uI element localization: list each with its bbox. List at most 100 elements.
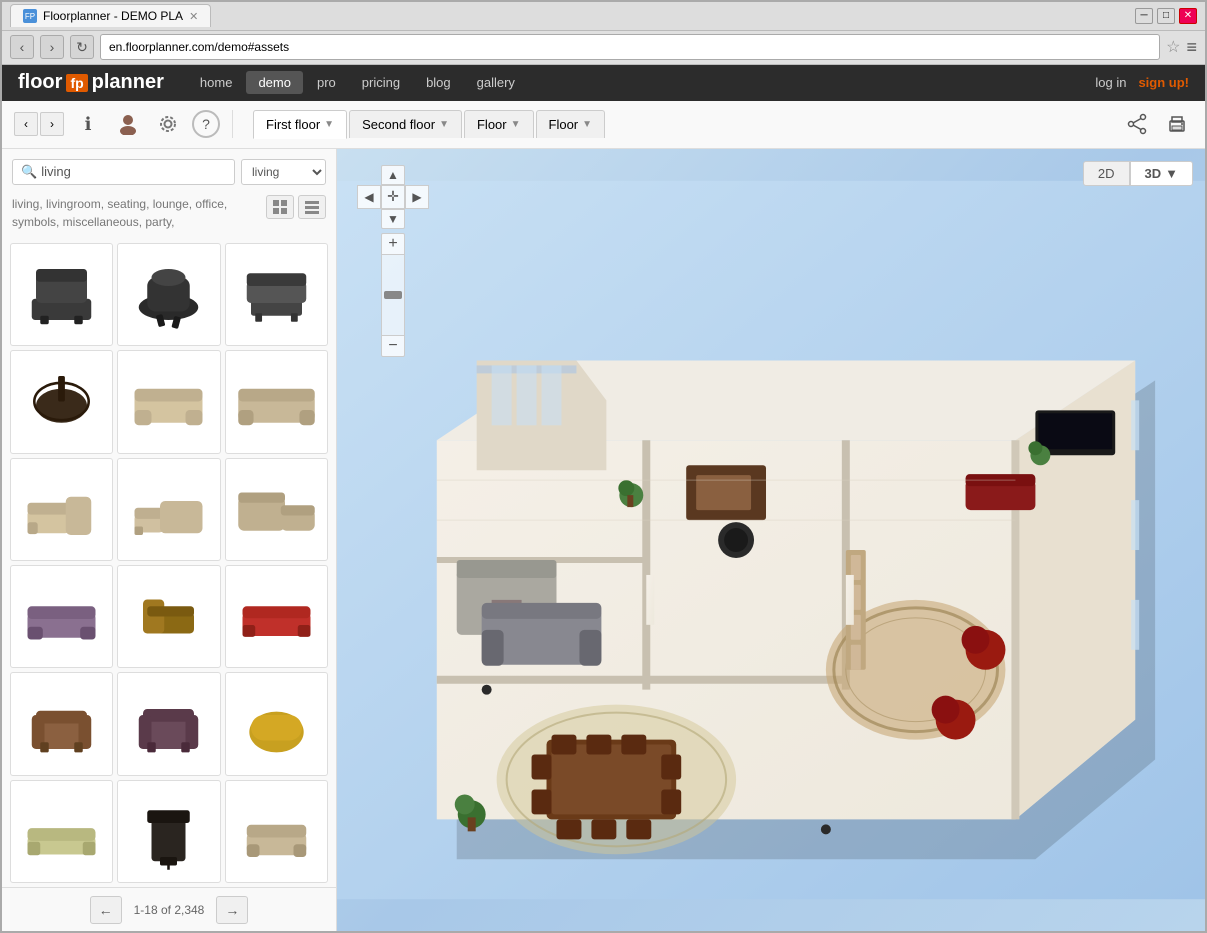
pan-left-btn[interactable]: ◀ xyxy=(357,185,381,209)
floor-plan-svg[interactable] xyxy=(337,149,1205,931)
floor-tab-three[interactable]: Floor ▼ xyxy=(464,110,534,138)
list-item[interactable] xyxy=(225,350,328,453)
close-btn[interactable]: ✕ xyxy=(1179,8,1197,24)
3d-dropdown-icon: ▼ xyxy=(1165,166,1178,181)
print-btn[interactable] xyxy=(1161,108,1193,140)
list-item[interactable] xyxy=(117,565,220,668)
toolbar-right xyxy=(1121,108,1193,140)
history-forward-btn[interactable]: › xyxy=(40,112,64,136)
search-icon: 🔍 xyxy=(21,164,37,180)
share-svg xyxy=(1126,113,1148,135)
list-item[interactable] xyxy=(225,243,328,346)
floor-tab-four[interactable]: Floor ▼ xyxy=(536,110,606,138)
list-item[interactable] xyxy=(225,672,328,775)
search-bar: 🔍 living bedroom kitchen bathroom office xyxy=(2,149,336,195)
settings-icon[interactable] xyxy=(152,108,184,140)
list-item[interactable] xyxy=(117,350,220,453)
nav-pricing[interactable]: pricing xyxy=(350,71,412,94)
page-info: 1-18 of 2,348 xyxy=(134,903,205,917)
app-logo: floor fp planner xyxy=(18,71,164,94)
main-content: 🔍 living bedroom kitchen bathroom office… xyxy=(2,149,1205,931)
floor-tab-first-chevron: ▼ xyxy=(324,119,334,130)
signup-link[interactable]: sign up! xyxy=(1138,75,1189,90)
zoom-in-btn[interactable]: + xyxy=(381,233,405,255)
history-back-btn[interactable]: ‹ xyxy=(14,112,38,136)
menu-btn[interactable]: ≡ xyxy=(1186,37,1197,58)
login-link[interactable]: log in xyxy=(1095,75,1126,90)
floor-tab-second-label: Second floor xyxy=(362,117,435,132)
category-select[interactable]: living bedroom kitchen bathroom office xyxy=(241,159,326,185)
nav-links: home demo pro pricing blog gallery xyxy=(188,71,527,94)
next-page-btn[interactable]: → xyxy=(216,896,248,924)
toolbar-separator xyxy=(232,110,233,138)
help-icon[interactable]: ? xyxy=(192,110,220,138)
list-item[interactable] xyxy=(10,350,113,453)
floor-tab-first[interactable]: First floor ▼ xyxy=(253,110,347,139)
nav-blog[interactable]: blog xyxy=(414,71,463,94)
nav-home[interactable]: home xyxy=(188,71,245,94)
list-item[interactable] xyxy=(10,243,113,346)
browser-titlebar: FP Floorplanner - DEMO PLA ✕ ─ □ ✕ xyxy=(2,2,1205,31)
floor-tab-four-chevron: ▼ xyxy=(582,119,592,130)
list-item[interactable] xyxy=(225,458,328,561)
search-input[interactable] xyxy=(41,164,226,179)
logo-icon: fp xyxy=(66,74,87,92)
list-item[interactable] xyxy=(117,780,220,883)
bookmark-btn[interactable]: ☆ xyxy=(1166,37,1180,57)
pan-controls: ▲ ◀ ✛ ▶ ▼ + − xyxy=(357,165,429,357)
back-btn[interactable]: ‹ xyxy=(10,35,34,59)
search-input-wrap: 🔍 xyxy=(12,159,235,185)
furniture-grid xyxy=(2,239,336,887)
tab-close-btn[interactable]: ✕ xyxy=(189,10,198,23)
list-item[interactable] xyxy=(225,565,328,668)
minimize-btn[interactable]: ─ xyxy=(1135,8,1153,24)
list-item[interactable] xyxy=(117,243,220,346)
zoom-out-btn[interactable]: − xyxy=(381,335,405,357)
floor-tabs: First floor ▼ Second floor ▼ Floor ▼ Flo… xyxy=(253,110,605,138)
list-item[interactable] xyxy=(10,565,113,668)
nav-pro[interactable]: pro xyxy=(305,71,348,94)
app-nav: floor fp planner home demo pro pricing b… xyxy=(2,65,1205,101)
gear-svg xyxy=(157,113,179,135)
browser-tab[interactable]: FP Floorplanner - DEMO PLA ✕ xyxy=(10,4,211,27)
list-item[interactable] xyxy=(117,672,220,775)
browser-frame: FP Floorplanner - DEMO PLA ✕ ─ □ ✕ ‹ › ↻… xyxy=(0,0,1207,933)
search-tags: living, livingroom, seating, lounge, off… xyxy=(12,195,258,231)
info-icon[interactable]: ℹ xyxy=(72,108,104,140)
view-toggle xyxy=(266,195,326,219)
search-controls: living, livingroom, seating, lounge, off… xyxy=(2,195,336,239)
list-view-btn[interactable] xyxy=(298,195,326,219)
canvas-area: ▲ ◀ ✛ ▶ ▼ + − xyxy=(337,149,1205,931)
2d-view-btn[interactable]: 2D xyxy=(1083,161,1130,186)
browser-toolbar: ‹ › ↻ ☆ ≡ xyxy=(2,31,1205,65)
pan-up-btn[interactable]: ▲ xyxy=(381,165,405,185)
forward-btn[interactable]: › xyxy=(40,35,64,59)
list-item[interactable] xyxy=(10,672,113,775)
list-item[interactable] xyxy=(10,780,113,883)
zoom-handle[interactable] xyxy=(384,291,402,299)
floor-tab-three-label: Floor xyxy=(477,117,507,132)
maximize-btn[interactable]: □ xyxy=(1157,8,1175,24)
nav-demo[interactable]: demo xyxy=(246,71,303,94)
view-mode-buttons: 2D 3D ▼ xyxy=(1083,161,1193,186)
nav-right: log in sign up! xyxy=(1095,75,1189,90)
grid-view-btn[interactable] xyxy=(266,195,294,219)
zoom-slider[interactable] xyxy=(381,255,405,335)
refresh-btn[interactable]: ↻ xyxy=(70,35,94,59)
pan-down-btn[interactable]: ▼ xyxy=(381,209,405,229)
list-item[interactable] xyxy=(10,458,113,561)
prev-page-btn[interactable]: ← xyxy=(90,896,122,924)
nav-gallery[interactable]: gallery xyxy=(465,71,527,94)
floor-tab-second[interactable]: Second floor ▼ xyxy=(349,110,462,138)
pan-right-btn[interactable]: ▶ xyxy=(405,185,429,209)
user-icon[interactable] xyxy=(112,108,144,140)
3d-view-btn[interactable]: 3D ▼ xyxy=(1130,161,1194,186)
list-item[interactable] xyxy=(117,458,220,561)
floor-tab-four-label: Floor xyxy=(549,117,579,132)
tab-favicon: FP xyxy=(23,9,37,23)
share-btn[interactable] xyxy=(1121,108,1153,140)
url-bar[interactable] xyxy=(100,34,1160,60)
sidebar: 🔍 living bedroom kitchen bathroom office… xyxy=(2,149,337,931)
list-item[interactable] xyxy=(225,780,328,883)
pan-center-btn[interactable]: ✛ xyxy=(381,185,405,209)
